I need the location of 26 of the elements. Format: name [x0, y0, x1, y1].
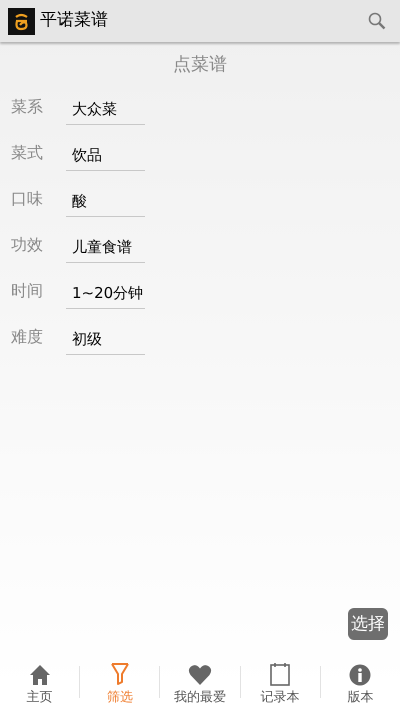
page-title: 点菜谱 [172, 53, 228, 77]
app-title: 平诺菜谱 [40, 9, 108, 32]
heart-icon [188, 664, 212, 686]
search-icon[interactable] [368, 12, 386, 30]
field-label: 难度 [11, 326, 44, 348]
field-value[interactable]: 酸 [66, 190, 145, 217]
field-value[interactable]: 初级 [66, 328, 145, 355]
funnel-icon [110, 662, 130, 686]
field-value[interactable]: 儿童食谱 [66, 236, 145, 263]
tab[interactable]: 版本 [320, 654, 400, 710]
info-icon [349, 664, 372, 686]
field-label: 功效 [11, 234, 44, 256]
select-button[interactable]: 选择 [348, 608, 388, 640]
field-label: 时间 [11, 280, 44, 302]
home-icon [28, 664, 51, 686]
app-logo-icon [8, 8, 35, 34]
tab[interactable]: 记录本 [240, 654, 320, 710]
tab[interactable]: 我的最爱 [160, 654, 240, 710]
tab[interactable]: 主页 [0, 654, 80, 710]
field-label: 口味 [11, 188, 44, 210]
field-value[interactable]: 饮品 [66, 144, 145, 171]
field-value[interactable]: 大众菜 [66, 98, 145, 125]
field-label: 菜式 [11, 142, 44, 164]
notebook-icon [269, 662, 292, 686]
field-label: 菜系 [11, 96, 44, 118]
field-value[interactable]: 1~20分钟 [66, 282, 145, 309]
